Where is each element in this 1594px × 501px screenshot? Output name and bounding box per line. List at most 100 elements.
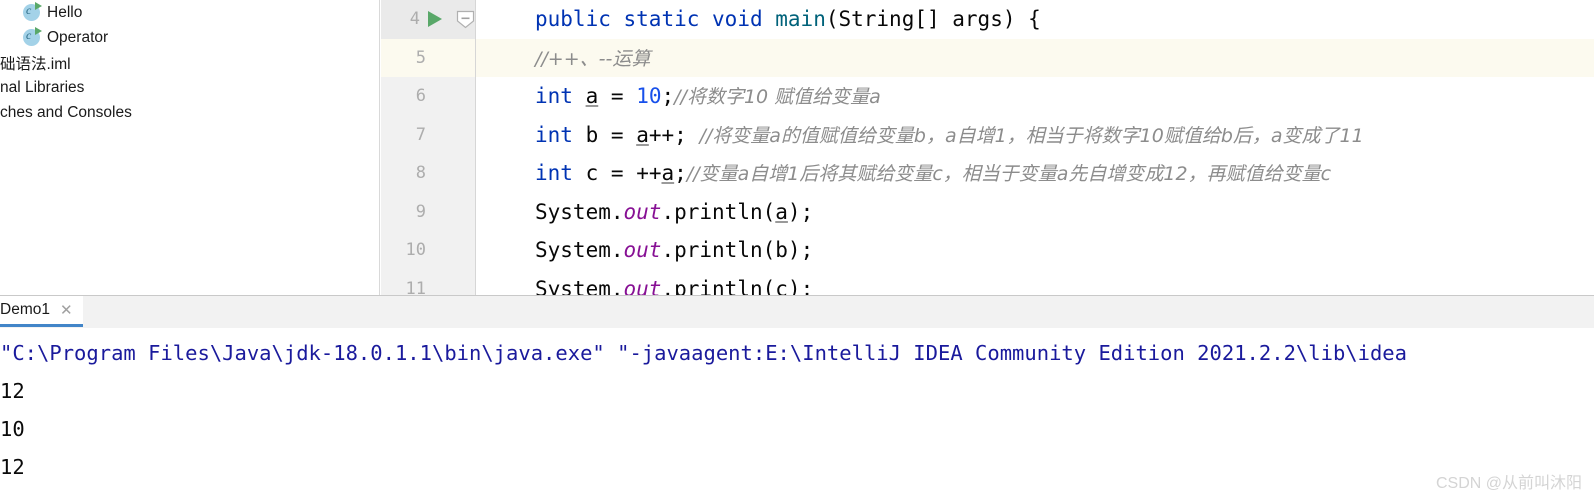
console-command-line: "C:\Program Files\Java\jdk-18.0.1.1\bin\…: [0, 341, 1407, 365]
run-tab-bar: Demo1 ✕: [0, 296, 1594, 329]
argument-c: c: [775, 276, 788, 296]
ide-window: Hello Operator 础语法.iml nal Libraries che…: [0, 0, 1594, 501]
code-line-9[interactable]: System.out.println(a);: [476, 193, 813, 232]
statement-end: );: [787, 276, 814, 296]
tree-item-label: Hello: [47, 3, 83, 21]
line-number: 4: [409, 9, 420, 30]
tree-item-external-libraries[interactable]: nal Libraries: [0, 75, 84, 100]
assign-operator: =: [598, 161, 637, 185]
keyword-public: public: [535, 7, 611, 31]
gutter-row: 9: [381, 193, 475, 232]
method-println: println(: [674, 199, 776, 224]
line-number: 7: [415, 124, 426, 145]
line-number: 5: [415, 47, 426, 68]
tree-item-operator[interactable]: Operator: [0, 25, 108, 50]
dot: .: [661, 276, 675, 296]
variable-b: b: [585, 122, 599, 147]
gutter-row: 4: [381, 0, 475, 39]
literal-10: 10: [636, 84, 662, 108]
keyword-int: int: [535, 161, 573, 185]
comment-text: //变量a自增1后将其赋给变量c，相当于变量a先自增变成12，再赋值给变量c: [686, 163, 1332, 185]
console-output-line: 12: [0, 455, 25, 479]
field-out: out: [623, 276, 662, 296]
csdn-watermark: CSDN @从前叫沐阳: [1435, 475, 1582, 492]
field-out: out: [623, 199, 662, 224]
console-output-line: 12: [0, 379, 25, 403]
editor-gutter[interactable]: 4 5 6 7 8 9 10 11: [381, 0, 476, 295]
gutter-row: 7: [381, 116, 475, 155]
assign-operator: =: [598, 122, 637, 147]
gutter-row: 10: [381, 231, 475, 270]
keyword-void: void: [712, 7, 763, 31]
run-tool-window: Demo1 ✕ "C:\Program Files\Java\jdk-18.0.…: [0, 295, 1594, 501]
dot: .: [661, 238, 675, 262]
line-number: 6: [415, 86, 426, 107]
tree-item-label: 础语法.iml: [0, 55, 71, 73]
keyword-static: static: [623, 7, 700, 31]
method-println: println(: [674, 276, 776, 296]
field-out: out: [623, 238, 662, 262]
line-number: 9: [415, 201, 426, 222]
gutter-row: 8: [381, 154, 475, 193]
code-editor[interactable]: 4 5 6 7 8 9 10 11 public static void mai…: [381, 0, 1594, 295]
line-number: 10: [405, 240, 426, 261]
java-class-icon: [23, 27, 42, 46]
gutter-row: 5: [381, 38, 475, 77]
code-line-5[interactable]: //++、--运算: [476, 38, 1594, 77]
statement-end: );: [787, 238, 814, 262]
argument-b: b: [775, 238, 788, 262]
statement-end: );: [787, 199, 814, 224]
tree-item-label: nal Libraries: [0, 78, 85, 96]
semicolon: ;: [661, 84, 675, 108]
comment-text: //将数字10 赋值给变量a: [674, 86, 881, 108]
class-system: System: [535, 199, 611, 224]
code-line-11[interactable]: System.out.println(c);: [476, 270, 813, 296]
dot: .: [661, 199, 675, 224]
variable-a-ref: a: [661, 161, 675, 185]
method-name-main: main: [775, 7, 826, 31]
keyword-int: int: [535, 122, 573, 147]
dot: .: [610, 238, 624, 262]
lightbulb-icon[interactable]: [453, 48, 467, 68]
tree-item-iml-file[interactable]: 础语法.iml: [0, 50, 71, 75]
project-tree-panel: Hello Operator 础语法.iml nal Libraries che…: [0, 0, 380, 295]
java-class-icon: [23, 2, 42, 21]
semicolon: ;: [674, 122, 700, 147]
code-line-7[interactable]: int b = a++; //将变量a的值赋值给变量b，a自增1，相当于将数字1…: [476, 116, 1364, 155]
method-params: (String[] args) {: [825, 7, 1041, 31]
variable-a-ref: a: [636, 122, 649, 147]
comment-text: //将变量a的值赋值给变量b，a自增1，相当于将数字10赋值给b后，a变成了11: [699, 124, 1364, 147]
sidebar-divider: [379, 0, 380, 295]
dot: .: [610, 276, 624, 296]
gutter-row: 6: [381, 77, 475, 116]
console-output-line: 10: [0, 417, 25, 441]
code-line-6[interactable]: int a = 10;//将数字10 赋值给变量a: [476, 77, 881, 116]
dot: .: [610, 199, 624, 224]
class-system: System: [535, 276, 611, 296]
code-line-10[interactable]: System.out.println(b);: [476, 231, 813, 270]
run-tab-demo1[interactable]: Demo1 ✕: [0, 296, 83, 327]
assign-operator: =: [598, 84, 637, 108]
method-println: println(: [674, 238, 776, 262]
fold-marker-icon[interactable]: [456, 10, 475, 29]
variable-a: a: [585, 84, 599, 108]
keyword-int: int: [535, 84, 573, 108]
increment-operator: ++: [636, 161, 662, 185]
code-line-8[interactable]: int c = ++a;//变量a自增1后将其赋给变量c，相当于变量a先自增变成…: [476, 154, 1331, 193]
console-output[interactable]: "C:\Program Files\Java\jdk-18.0.1.1\bin\…: [0, 328, 1594, 501]
close-icon[interactable]: ✕: [60, 303, 73, 318]
gutter-row: 11: [381, 270, 475, 295]
code-line-4[interactable]: public static void main(String[] args) {: [476, 0, 1041, 39]
class-system: System: [535, 238, 611, 262]
run-tab-label: Demo1: [0, 301, 50, 318]
tree-item-label: ches and Consoles: [0, 103, 132, 121]
tree-item-scratches-and-consoles[interactable]: ches and Consoles: [0, 100, 132, 125]
variable-c: c: [585, 161, 599, 185]
comment-text: //++、--运算: [535, 47, 651, 70]
code-text-area[interactable]: public static void main(String[] args) {…: [476, 0, 1594, 295]
tree-item-hello[interactable]: Hello: [0, 0, 82, 25]
line-number: 11: [405, 278, 426, 295]
argument-a: a: [775, 199, 788, 224]
run-arrow-icon[interactable]: [428, 11, 442, 28]
line-number: 8: [415, 163, 426, 184]
